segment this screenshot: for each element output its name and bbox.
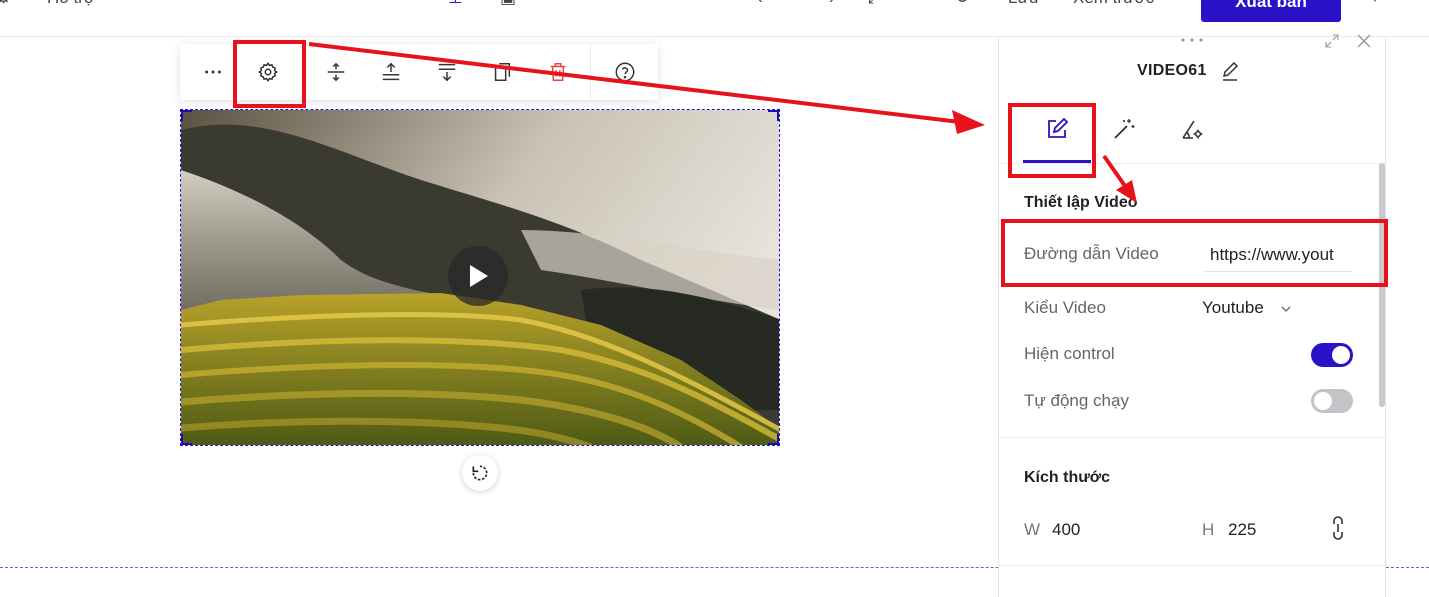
annotation-arrows: [308, 42, 1137, 203]
